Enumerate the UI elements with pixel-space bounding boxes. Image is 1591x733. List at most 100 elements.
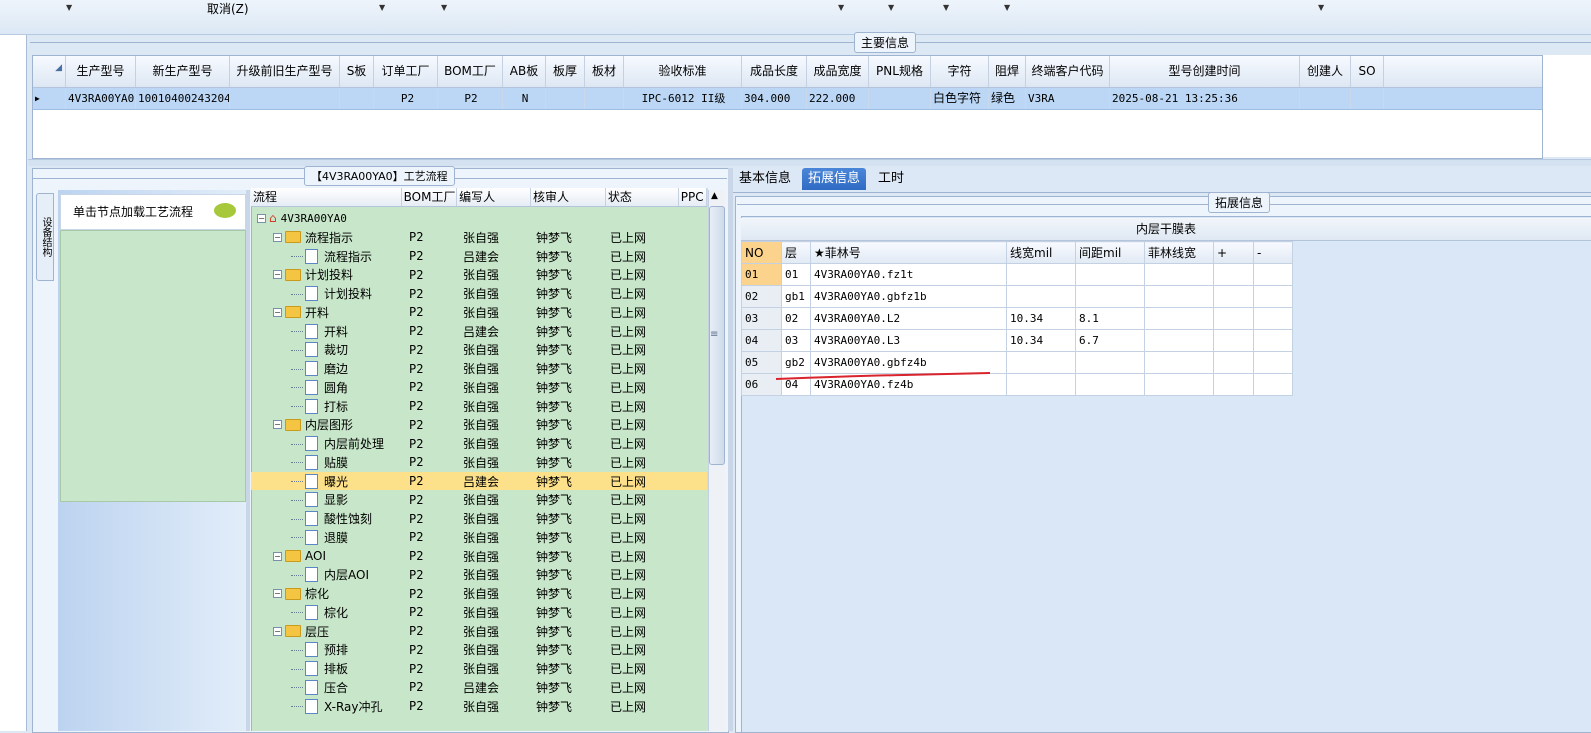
reviewer-cell[interactable]: 钟梦飞 — [530, 454, 604, 471]
collapse-icon[interactable]: − — [273, 420, 282, 430]
bom-cell[interactable]: P2 — [403, 624, 457, 638]
col-header[interactable]: BOM工厂 — [402, 188, 458, 206]
reviewer-cell[interactable]: 钟梦飞 — [530, 229, 604, 246]
row-number-cell[interactable]: 02 — [741, 285, 782, 308]
col-header[interactable]: 状态 — [606, 188, 679, 206]
reviewer-cell[interactable]: 钟梦飞 — [530, 266, 604, 283]
status-cell[interactable]: 已上网 — [604, 248, 676, 265]
col-header[interactable]: 订单工厂 — [374, 56, 438, 87]
status-cell[interactable]: 已上网 — [604, 473, 676, 490]
col-header[interactable]: 间距mil — [1075, 241, 1145, 264]
col-header[interactable]: 核审人 — [531, 188, 606, 206]
bom-cell[interactable]: P2 — [403, 587, 457, 601]
cell[interactable] — [1144, 373, 1214, 396]
bom-cell[interactable]: P2 — [403, 699, 457, 713]
dropdown-arrow-icon[interactable]: ▼ — [441, 3, 447, 12]
writer-cell[interactable]: 张自强 — [457, 548, 530, 565]
status-cell[interactable]: 已上网 — [604, 623, 676, 640]
collapse-icon[interactable]: − — [273, 232, 282, 242]
cell[interactable]: V3RA — [1026, 88, 1110, 109]
cell[interactable] — [1351, 88, 1384, 109]
tab-work-hours[interactable]: 工时 — [872, 168, 910, 190]
col-header[interactable]: NO — [741, 241, 782, 264]
reviewer-cell[interactable]: 钟梦飞 — [530, 248, 604, 265]
tree-row[interactable]: 曝光 P2 吕建会 钟梦飞 已上网 — [251, 471, 707, 491]
writer-cell[interactable]: 张自强 — [457, 623, 530, 640]
writer-cell[interactable]: 张自强 — [457, 454, 530, 471]
cell[interactable]: 4V3RA00YA0.L2 — [810, 307, 1007, 330]
tree-row[interactable]: − 层压 P2 张自强 钟梦飞 已上网 — [251, 622, 707, 641]
reviewer-cell[interactable]: 钟梦飞 — [530, 491, 604, 508]
col-header[interactable]: 验收标准 — [624, 56, 742, 87]
cell[interactable]: 4V3RA00YA0.L3 — [810, 329, 1007, 352]
cell[interactable] — [1144, 329, 1214, 352]
reviewer-cell[interactable]: 钟梦飞 — [530, 341, 604, 358]
status-cell[interactable]: 已上网 — [604, 491, 676, 508]
tree-row[interactable]: 棕化 P2 张自强 钟梦飞 已上网 — [251, 603, 707, 622]
cell[interactable] — [1006, 351, 1076, 374]
bom-cell[interactable]: P2 — [403, 549, 457, 563]
cell[interactable]: P2 — [374, 88, 438, 109]
col-header[interactable]: ★菲林号 — [810, 241, 1007, 264]
bom-cell[interactable]: P2 — [403, 343, 457, 357]
cell[interactable]: P2 — [438, 88, 503, 109]
cell[interactable]: 4V3RA00YA0 — [66, 88, 136, 109]
cell[interactable]: 4V3RA00YA0.fz1t — [810, 263, 1007, 286]
cell[interactable] — [1075, 263, 1145, 286]
cell[interactable]: 03 — [781, 329, 811, 352]
bom-cell[interactable]: P2 — [403, 305, 457, 319]
status-cell[interactable]: 已上网 — [604, 585, 676, 602]
col-header[interactable]: 阻焊 — [989, 56, 1026, 87]
col-header[interactable]: 板材 — [585, 56, 624, 87]
tree-row[interactable]: − AOI P2 张自强 钟梦飞 已上网 — [251, 547, 707, 566]
bom-cell[interactable]: P2 — [403, 530, 457, 544]
cell[interactable] — [1006, 285, 1076, 308]
writer-cell[interactable]: 吕建会 — [457, 473, 530, 490]
writer-cell[interactable]: 张自强 — [457, 510, 530, 527]
status-cell[interactable]: 已上网 — [604, 454, 676, 471]
tab-extended-info[interactable]: 拓展信息 — [802, 168, 867, 190]
cell[interactable]: 304.000 — [742, 88, 807, 109]
table-row[interactable]: 02 gb1 4V3RA00YA0.gbfz1b — [741, 285, 1293, 308]
cancel-button[interactable]: 取消(Z) — [207, 0, 249, 17]
cell[interactable] — [230, 88, 340, 109]
tree-root-row[interactable]: − ⌂ 4V3RA00YA0 — [251, 209, 707, 228]
tree-row[interactable]: 流程指示 P2 吕建会 钟梦飞 已上网 — [251, 247, 707, 266]
status-cell[interactable]: 已上网 — [604, 510, 676, 527]
cell[interactable] — [1006, 373, 1076, 396]
reviewer-cell[interactable]: 钟梦飞 — [530, 510, 604, 527]
cell[interactable] — [1075, 373, 1145, 396]
bom-cell[interactable]: P2 — [403, 268, 457, 282]
tree-row[interactable]: 计划投料 P2 张自强 钟梦飞 已上网 — [251, 284, 707, 303]
reviewer-cell[interactable]: 钟梦飞 — [530, 566, 604, 583]
cell[interactable] — [1144, 285, 1214, 308]
col-header[interactable]: 线宽mil — [1006, 241, 1076, 264]
row-number-cell[interactable]: 03 — [741, 307, 782, 330]
writer-cell[interactable]: 张自强 — [457, 360, 530, 377]
writer-cell[interactable]: 张自强 — [457, 435, 530, 452]
reviewer-cell[interactable]: 钟梦飞 — [530, 360, 604, 377]
bom-cell[interactable]: P2 — [403, 568, 457, 582]
collapse-icon[interactable]: − — [273, 589, 282, 599]
bom-cell[interactable]: P2 — [403, 437, 457, 451]
nav-header[interactable]: 单击节点加载工艺流程 — [60, 194, 246, 230]
collapse-icon[interactable]: − — [273, 307, 282, 317]
status-cell[interactable]: 已上网 — [604, 266, 676, 283]
status-cell[interactable]: 已上网 — [604, 435, 676, 452]
tree-row[interactable]: 内层前处理 P2 张自强 钟梦飞 已上网 — [251, 434, 707, 453]
cell[interactable] — [1213, 351, 1254, 374]
cell[interactable] — [1213, 307, 1254, 330]
cell[interactable] — [1144, 263, 1214, 286]
horizontal-splitter[interactable] — [28, 159, 1591, 166]
reviewer-cell[interactable]: 钟梦飞 — [530, 473, 604, 490]
dropdown-arrow-icon[interactable]: ▼ — [1318, 3, 1324, 12]
cell[interactable] — [1213, 285, 1254, 308]
cell[interactable] — [1253, 307, 1293, 330]
writer-cell[interactable]: 张自强 — [457, 285, 530, 302]
dropdown-arrow-icon[interactable]: ▼ — [66, 3, 72, 12]
bom-cell[interactable]: P2 — [403, 399, 457, 413]
status-cell[interactable]: 已上网 — [604, 360, 676, 377]
writer-cell[interactable]: 吕建会 — [457, 248, 530, 265]
status-cell[interactable]: 已上网 — [604, 341, 676, 358]
vertical-splitter[interactable] — [246, 190, 250, 731]
